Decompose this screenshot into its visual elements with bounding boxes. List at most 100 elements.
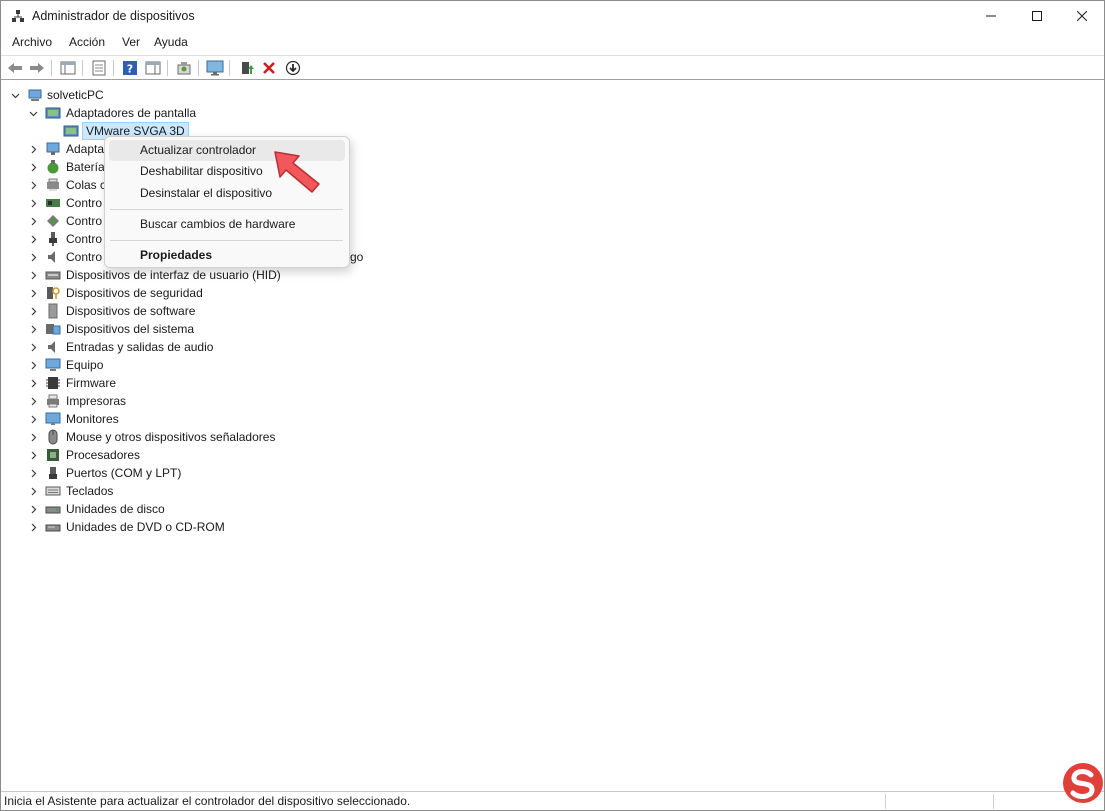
disable-device-icon (285, 60, 301, 76)
category-ports[interactable]: Puertos (COM y LPT) (66, 465, 181, 481)
title-bar[interactable]: Administrador de dispositivos (1, 1, 1104, 31)
chevron-right-icon[interactable] (28, 342, 38, 352)
menu-separator (110, 240, 343, 241)
menu-accion[interactable]: Acción (69, 35, 105, 49)
show-hide-console-tree-button[interactable] (59, 59, 77, 77)
security-key-icon (47, 287, 60, 299)
minimize-button[interactable] (968, 1, 1014, 31)
category-disk-drives[interactable]: Unidades de disco (66, 501, 165, 517)
tree-root-label[interactable]: solveticPC (47, 87, 104, 103)
chevron-right-icon[interactable] (28, 252, 38, 262)
dvd-drive-icon (45, 524, 61, 532)
uninstall-button[interactable] (260, 59, 278, 77)
monitor-button[interactable] (206, 59, 224, 77)
battery-icon (47, 160, 59, 174)
help-button[interactable]: ? (121, 59, 139, 77)
scan-hardware-button[interactable] (175, 59, 193, 77)
category-partial-3[interactable]: Colas c (66, 177, 106, 193)
help-icon: ? (123, 61, 137, 76)
menu-disable-device-label: Deshabilitar dispositivo (140, 164, 263, 178)
category-keyboards[interactable]: Teclados (66, 483, 113, 499)
category-partial-7[interactable]: Contro (66, 249, 102, 265)
close-button[interactable] (1059, 1, 1105, 31)
keyboard-icon (45, 486, 61, 496)
chevron-right-icon[interactable] (28, 216, 38, 226)
printer-icon (47, 394, 59, 408)
chevron-down-icon[interactable] (10, 90, 20, 100)
properties-button[interactable] (90, 59, 108, 77)
chevron-right-icon[interactable] (28, 414, 38, 424)
category-printers[interactable]: Impresoras (66, 393, 126, 409)
chevron-right-icon[interactable] (28, 468, 38, 478)
minimize-icon (986, 15, 996, 17)
monitor-icon (45, 412, 61, 425)
forward-arrow-icon (30, 63, 44, 73)
maximize-button[interactable] (1014, 1, 1060, 31)
chevron-right-icon[interactable] (28, 324, 38, 334)
category-processors[interactable]: Procesadores (66, 447, 140, 463)
mouse-icon (48, 429, 58, 445)
status-divider (885, 794, 886, 809)
controller-board-icon (46, 199, 60, 207)
show-action-pane-icon (145, 61, 161, 75)
menu-properties-label: Propiedades (140, 248, 213, 262)
speaker-icon (48, 251, 55, 263)
update-driver-button[interactable] (238, 59, 256, 77)
category-hid[interactable]: Dispositivos de interfaz de usuario (HID… (66, 267, 281, 283)
menu-archivo[interactable]: Archivo (12, 35, 52, 49)
chevron-right-icon[interactable] (28, 234, 38, 244)
category-firmware[interactable]: Firmware (66, 375, 116, 391)
svg-text:?: ? (127, 63, 133, 76)
category-system[interactable]: Dispositivos del sistema (66, 321, 194, 337)
forward-button[interactable] (28, 59, 46, 77)
menu-ver[interactable]: Ver (122, 35, 140, 49)
chevron-right-icon[interactable] (28, 504, 38, 514)
chevron-right-icon[interactable] (28, 198, 38, 208)
computer-icon (28, 89, 42, 101)
category-partial-2[interactable]: Batería (66, 159, 105, 175)
category-dvd-drives[interactable]: Unidades de DVD o CD-ROM (66, 519, 225, 535)
category-display-adapters[interactable]: Adaptadores de pantalla (66, 105, 196, 121)
category-audio-io[interactable]: Entradas y salidas de audio (66, 339, 213, 355)
disable-device-button[interactable] (284, 59, 302, 77)
monitor-icon (206, 60, 224, 76)
category-mouse[interactable]: Mouse y otros dispositivos señaladores (66, 429, 275, 445)
category-partial-4[interactable]: Contro (66, 195, 102, 211)
category-software[interactable]: Dispositivos de software (66, 303, 195, 319)
category-partial-1[interactable]: Adapta (66, 141, 104, 157)
chevron-right-icon[interactable] (28, 306, 38, 316)
chevron-right-icon[interactable] (28, 396, 38, 406)
chevron-right-icon[interactable] (28, 180, 38, 190)
chevron-right-icon[interactable] (28, 360, 38, 370)
chevron-right-icon[interactable] (28, 144, 38, 154)
back-arrow-icon (8, 63, 22, 73)
category-monitors[interactable]: Monitores (66, 411, 119, 427)
menu-properties[interactable]: Propiedades (109, 245, 345, 266)
menu-ayuda[interactable]: Ayuda (154, 35, 188, 49)
chevron-right-icon[interactable] (28, 432, 38, 442)
close-icon (1077, 11, 1087, 21)
show-hide-console-tree-icon (60, 61, 76, 75)
print-queue-icon (47, 178, 59, 191)
chevron-right-icon[interactable] (28, 486, 38, 496)
chevron-right-icon[interactable] (28, 522, 38, 532)
chevron-right-icon[interactable] (28, 270, 38, 280)
category-partial-7-suffix: go (350, 250, 364, 264)
status-bar: Inicia el Asistente para actualizar el c… (1, 791, 1104, 810)
chevron-right-icon[interactable] (28, 450, 38, 460)
uninstall-x-icon (263, 62, 275, 74)
category-security[interactable]: Dispositivos de seguridad (66, 285, 203, 301)
show-action-pane-button[interactable] (144, 59, 162, 77)
category-partial-5[interactable]: Contro (66, 213, 102, 229)
chevron-right-icon[interactable] (28, 378, 38, 388)
chevron-down-icon[interactable] (28, 108, 38, 118)
menu-scan-hardware[interactable]: Buscar cambios de hardware (109, 214, 345, 235)
category-computer[interactable]: Equipo (66, 357, 103, 373)
computer-icon (45, 358, 61, 371)
back-button[interactable] (6, 59, 24, 77)
device-manager-app-icon (12, 10, 24, 22)
category-partial-6[interactable]: Contro (66, 231, 102, 247)
chevron-right-icon[interactable] (28, 288, 38, 298)
hid-icon (45, 271, 61, 280)
chevron-right-icon[interactable] (28, 162, 38, 172)
